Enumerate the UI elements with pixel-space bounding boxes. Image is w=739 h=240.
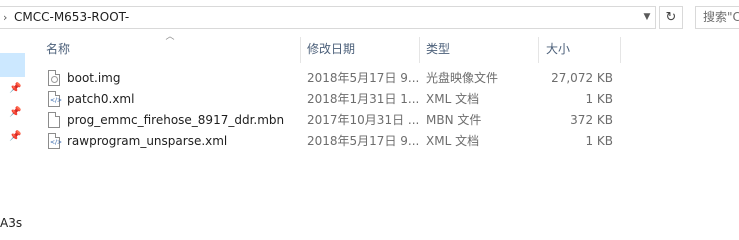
navigation-pane: 📌 📌 📌 A3s — [0, 35, 32, 240]
sort-ascending-icon: ︿ — [165, 32, 175, 42]
file-date-modified: 2018年5月17日 9... — [307, 71, 420, 85]
file-name: prog_emmc_firehose_8917_ddr.mbn — [67, 113, 285, 127]
file-row[interactable]: prog_emmc_firehose_8917_ddr.mbn 2017年10月… — [44, 110, 624, 131]
file-name: patch0.xml — [67, 92, 135, 106]
file-row[interactable]: </> patch0.xml 2018年1月31日 1... XML 文档 1 … — [44, 89, 624, 110]
file-size: 1 KB — [585, 92, 613, 106]
refresh-button[interactable]: ↻ — [659, 6, 683, 29]
pin-icon[interactable]: 📌 — [9, 106, 21, 120]
file-type: XML 文档 — [426, 92, 480, 106]
refresh-icon: ↻ — [665, 10, 677, 25]
file-row[interactable]: boot.img 2018年5月17日 9... 光盘映像文件 27,072 K… — [44, 68, 624, 89]
column-divider[interactable] — [300, 37, 301, 63]
generic-file-icon — [48, 112, 60, 128]
file-date-modified: 2018年5月17日 9... — [307, 134, 420, 148]
file-name: boot.img — [67, 71, 121, 85]
nav-selected-item[interactable] — [0, 53, 25, 77]
address-dropdown-icon[interactable]: ▼ — [640, 10, 654, 25]
file-date-modified: 2017年10月31日 ... — [307, 113, 420, 127]
column-header-name[interactable]: 名称 — [46, 40, 70, 60]
disc-image-file-icon — [48, 70, 60, 86]
file-size: 1 KB — [585, 134, 613, 148]
file-type: MBN 文件 — [426, 113, 482, 127]
xml-file-icon: </> — [48, 133, 62, 149]
file-name: rawprogram_unsparse.xml — [67, 134, 228, 148]
column-header-size[interactable]: 大小 — [546, 40, 570, 60]
pin-icon[interactable]: 📌 — [9, 82, 21, 96]
search-placeholder: 搜索"C — [703, 10, 739, 24]
file-size: 372 KB — [570, 113, 613, 127]
search-box[interactable]: 搜索"C — [695, 6, 739, 29]
address-bar-row: › CMCC-M653-ROOT- ▼ ↻ 搜索"C — [0, 6, 739, 29]
address-path[interactable]: CMCC-M653-ROOT- — [14, 10, 129, 25]
nav-item-label[interactable]: A3s — [0, 216, 22, 231]
address-bar[interactable]: › CMCC-M653-ROOT- ▼ — [0, 6, 656, 29]
file-type: XML 文档 — [426, 134, 480, 148]
file-row[interactable]: </> rawprogram_unsparse.xml 2018年5月17日 9… — [44, 131, 624, 152]
file-date-modified: 2018年1月31日 1... — [307, 92, 420, 106]
file-size: 27,072 KB — [551, 71, 613, 85]
column-divider[interactable] — [538, 37, 539, 63]
column-header-type[interactable]: 类型 — [426, 40, 450, 60]
pin-icon[interactable]: 📌 — [9, 130, 21, 144]
column-divider[interactable] — [620, 37, 621, 63]
file-type: 光盘映像文件 — [426, 71, 499, 85]
xml-file-icon: </> — [48, 91, 62, 107]
column-divider[interactable] — [419, 37, 420, 63]
column-header-date-modified[interactable]: 修改日期 — [307, 40, 355, 60]
